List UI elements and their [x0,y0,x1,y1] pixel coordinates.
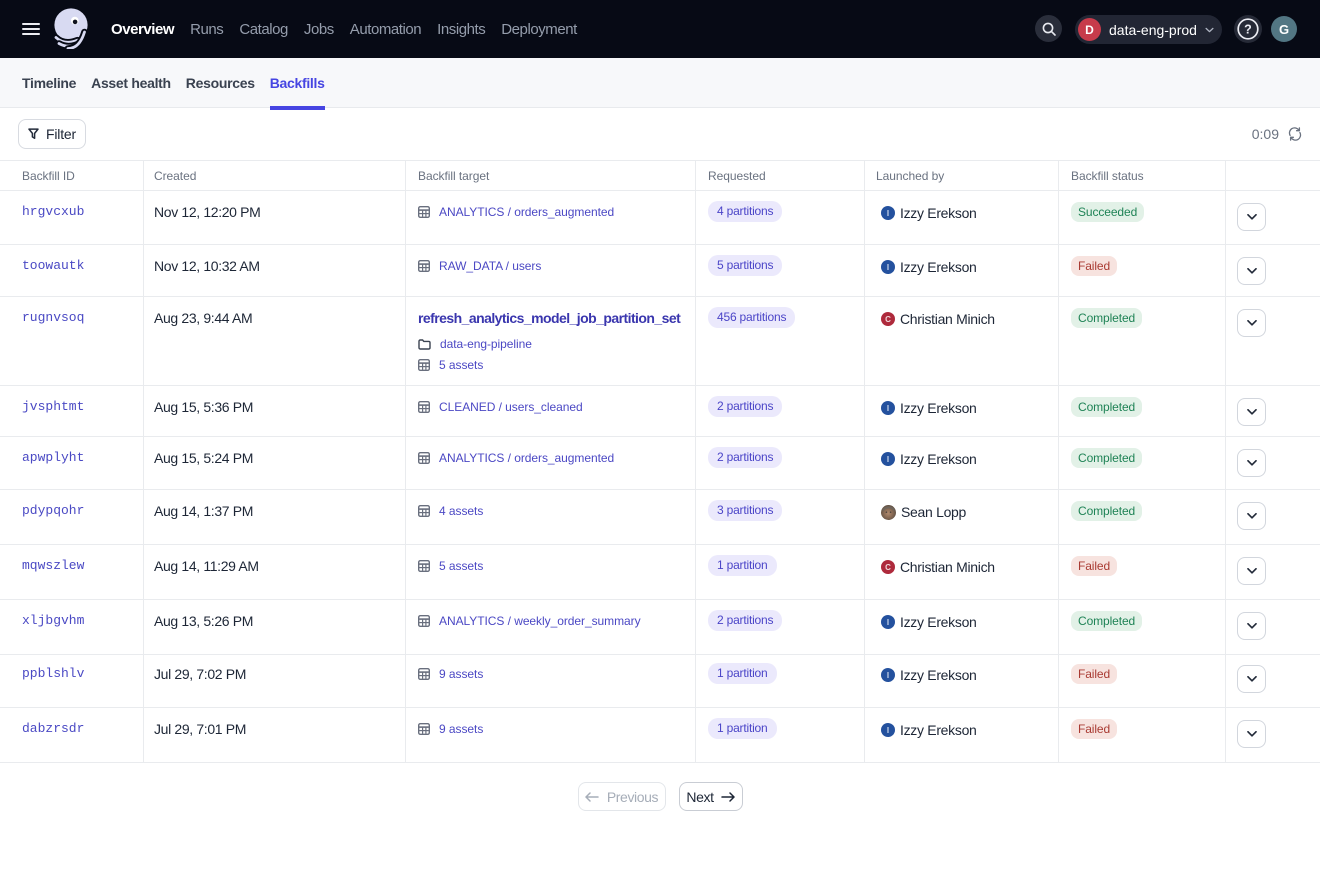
svg-text:?: ? [1244,23,1252,37]
